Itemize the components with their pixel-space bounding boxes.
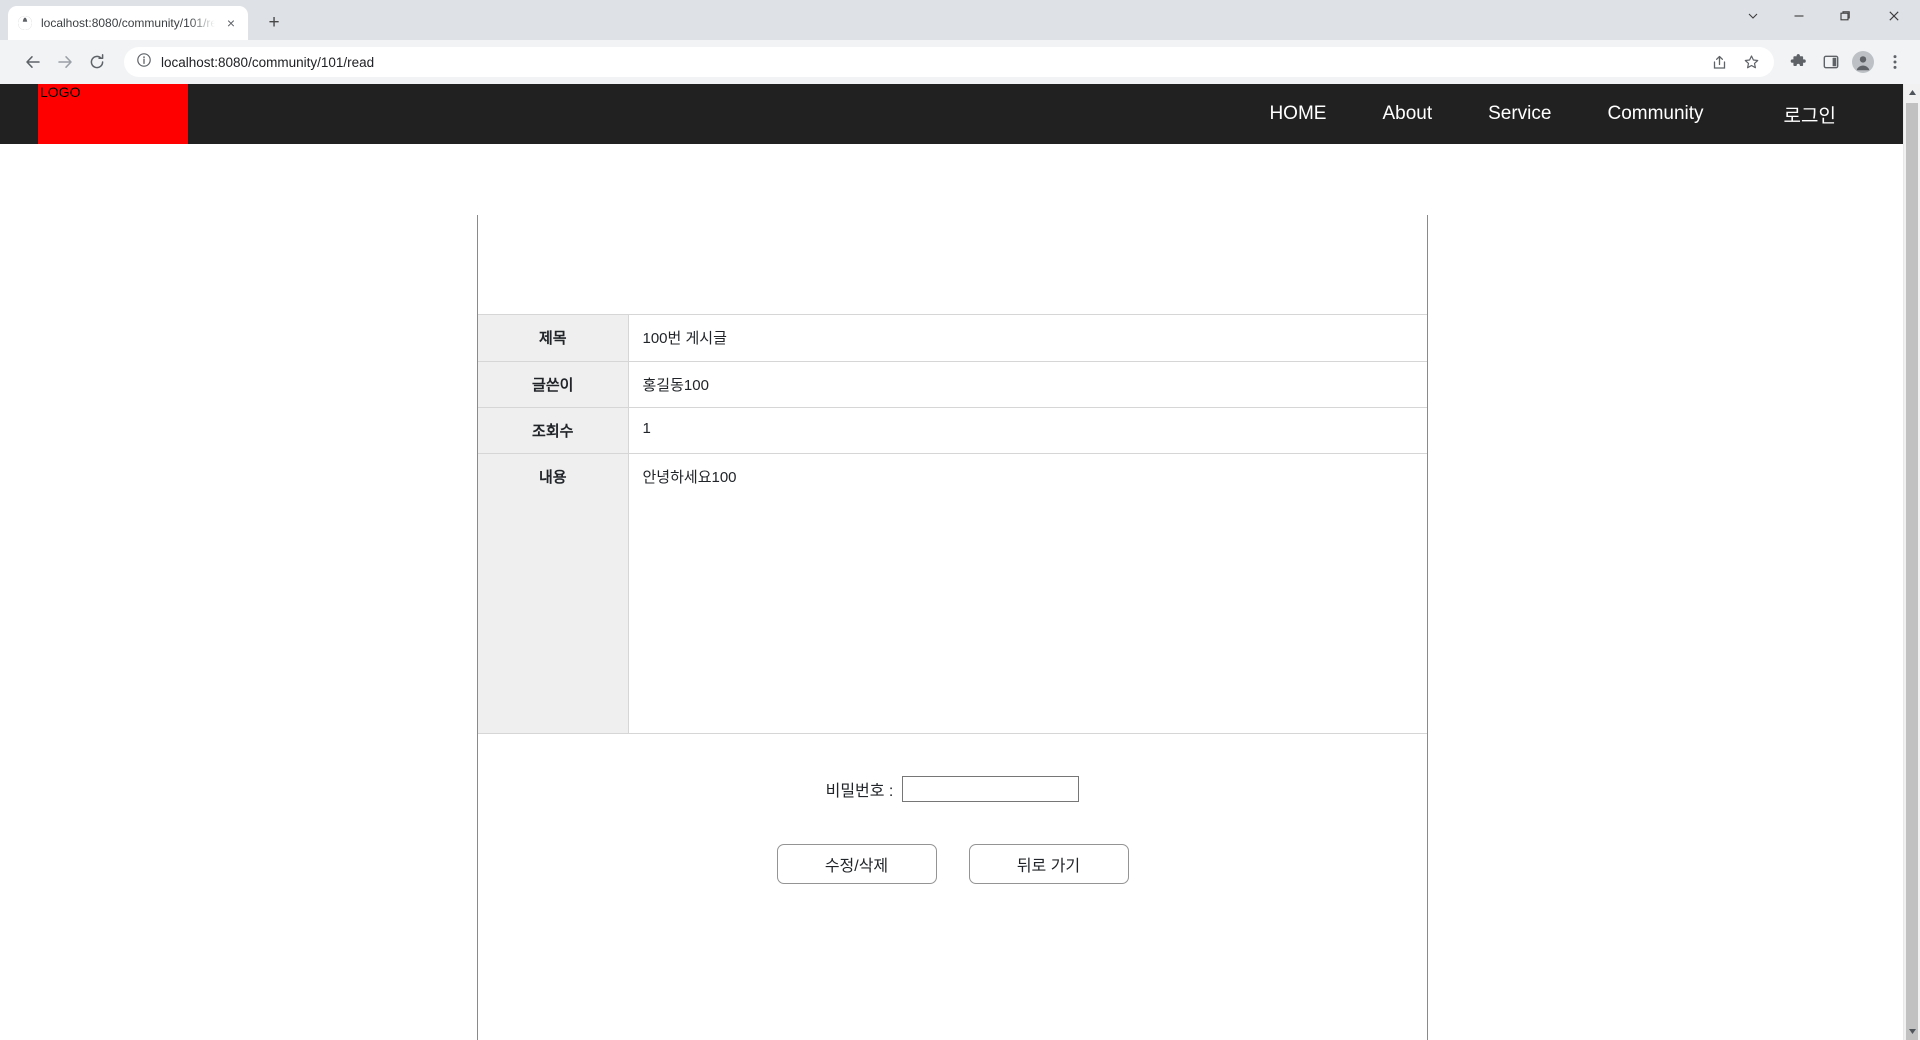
- nav-item-about[interactable]: About: [1354, 103, 1460, 125]
- page-viewport: LOGO HOME About Service Community 로그인 제목…: [0, 84, 1920, 1040]
- side-panel-icon[interactable]: [1816, 47, 1846, 77]
- bookmark-star-icon[interactable]: [1736, 47, 1766, 77]
- row-label-writer: 글쓴이: [478, 361, 629, 408]
- browser-window: localhost:8080/community/101/read × + lo…: [0, 0, 1920, 1040]
- edit-delete-button[interactable]: 수정/삭제: [776, 843, 937, 884]
- globe-icon: [17, 15, 33, 31]
- table-row: 조회수 1: [478, 407, 1427, 454]
- window-controls: [1730, 0, 1920, 32]
- close-window-icon[interactable]: [1868, 0, 1920, 32]
- share-icon[interactable]: [1704, 47, 1734, 77]
- tab-strip: localhost:8080/community/101/read × +: [0, 0, 1920, 40]
- reload-button[interactable]: [82, 47, 112, 77]
- scrollbar-thumb[interactable]: [1906, 103, 1918, 1040]
- chevron-down-icon[interactable]: [1730, 0, 1776, 32]
- site-nav-links: HOME About Service Community 로그인: [1241, 101, 1920, 128]
- password-field-group: 비밀번호 :: [478, 775, 1427, 802]
- row-value-writer: 홍길동100: [628, 361, 1427, 408]
- tab-title: localhost:8080/community/101/read: [41, 16, 215, 30]
- browser-tab[interactable]: localhost:8080/community/101/read ×: [8, 6, 248, 40]
- table-row: 내용 안녕하세요100: [478, 453, 1427, 734]
- post-detail-table: 제목 100번 게시글 글쓴이 홍길동100 조회수 1 내용 안녕하세요100: [478, 315, 1427, 734]
- row-label-content: 내용: [478, 453, 629, 734]
- maximize-icon[interactable]: [1822, 0, 1868, 32]
- address-bar-url[interactable]: localhost:8080/community/101/read: [161, 55, 1695, 70]
- post-action-form: 비밀번호 : 수정/삭제 뒤로 가기: [478, 734, 1427, 884]
- password-input[interactable]: [902, 775, 1080, 802]
- profile-avatar-icon[interactable]: [1848, 47, 1878, 77]
- table-row: 글쓴이 홍길동100: [478, 361, 1427, 408]
- scroll-up-arrow-icon[interactable]: [1904, 84, 1920, 101]
- row-value-title: 100번 게시글: [628, 315, 1427, 362]
- nav-item-service[interactable]: Service: [1460, 103, 1579, 125]
- row-label-title: 제목: [478, 315, 629, 362]
- back-to-list-button[interactable]: 뒤로 가기: [968, 843, 1129, 884]
- forward-button[interactable]: [50, 47, 80, 77]
- site-logo[interactable]: LOGO: [38, 84, 188, 144]
- nav-item-community[interactable]: Community: [1579, 103, 1731, 125]
- content-top-spacer: [478, 215, 1427, 315]
- address-bar[interactable]: localhost:8080/community/101/read: [124, 47, 1774, 77]
- browser-toolbar: localhost:8080/community/101/read: [0, 40, 1920, 84]
- content-container: 제목 100번 게시글 글쓴이 홍길동100 조회수 1 내용 안녕하세요100: [477, 215, 1428, 1040]
- back-button[interactable]: [18, 47, 48, 77]
- nav-item-login[interactable]: 로그인: [1732, 101, 1920, 128]
- row-label-views: 조회수: [478, 407, 629, 454]
- new-tab-button[interactable]: +: [260, 9, 288, 37]
- page-scrollbar[interactable]: [1903, 84, 1920, 1040]
- nav-item-home[interactable]: HOME: [1241, 103, 1354, 125]
- tab-close-icon[interactable]: ×: [223, 15, 239, 31]
- scroll-down-arrow-icon[interactable]: [1904, 1023, 1920, 1040]
- omnibox-trailing-icons: [1704, 47, 1766, 77]
- action-button-row: 수정/삭제 뒤로 가기: [478, 843, 1427, 884]
- more-menu-icon[interactable]: [1880, 47, 1910, 77]
- info-circle-icon[interactable]: [136, 52, 152, 73]
- extensions-puzzle-icon[interactable]: [1784, 47, 1814, 77]
- site-navbar: LOGO HOME About Service Community 로그인: [0, 84, 1920, 144]
- row-value-views: 1: [628, 407, 1427, 454]
- password-label: 비밀번호 :: [825, 782, 894, 800]
- table-row: 제목 100번 게시글: [478, 315, 1427, 362]
- minimize-icon[interactable]: [1776, 0, 1822, 32]
- row-value-content: 안녕하세요100: [628, 453, 1427, 734]
